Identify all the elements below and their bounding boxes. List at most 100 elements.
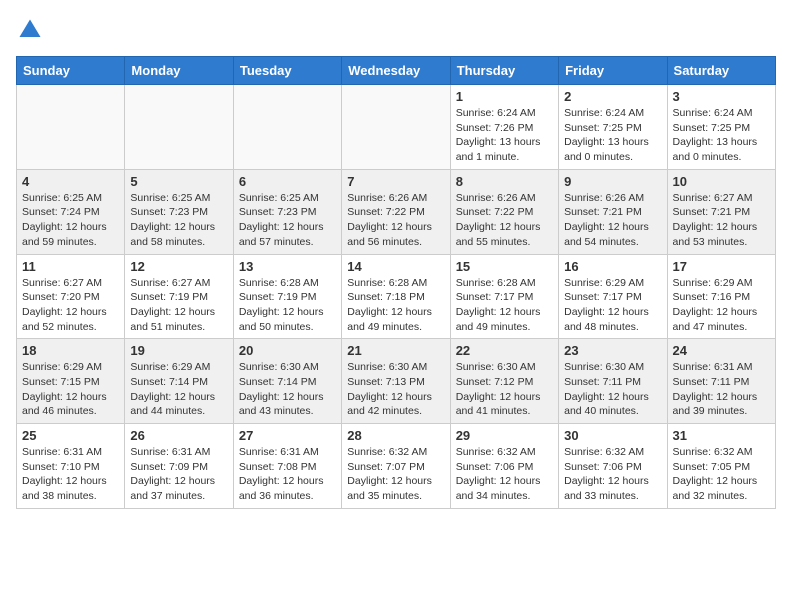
day-header-sunday: Sunday <box>17 57 125 85</box>
day-number: 6 <box>239 174 336 189</box>
day-number: 12 <box>130 259 227 274</box>
day-number: 21 <box>347 343 444 358</box>
day-number: 22 <box>456 343 553 358</box>
day-header-monday: Monday <box>125 57 233 85</box>
cell-info: Sunrise: 6:31 AM Sunset: 7:11 PM Dayligh… <box>673 360 770 419</box>
cell-info: Sunrise: 6:30 AM Sunset: 7:13 PM Dayligh… <box>347 360 444 419</box>
cell-info: Sunrise: 6:32 AM Sunset: 7:06 PM Dayligh… <box>564 445 661 504</box>
cell-info: Sunrise: 6:25 AM Sunset: 7:23 PM Dayligh… <box>239 191 336 250</box>
cal-cell-28: 28 Sunrise: 6:32 AM Sunset: 7:07 PM Dayli… <box>342 424 450 509</box>
cell-info: Sunrise: 6:29 AM Sunset: 7:17 PM Dayligh… <box>564 276 661 335</box>
day-number: 28 <box>347 428 444 443</box>
cell-info: Sunrise: 6:30 AM Sunset: 7:12 PM Dayligh… <box>456 360 553 419</box>
day-number: 2 <box>564 89 661 104</box>
day-header-friday: Friday <box>559 57 667 85</box>
cal-cell-31: 31Sunrise: 6:32 AM Sunset: 7:05 PM Dayli… <box>667 424 775 509</box>
cell-info: Sunrise: 6:31 AM Sunset: 7:10 PM Dayligh… <box>22 445 119 504</box>
cal-cell-5: 5 Sunrise: 6:25 AM Sunset: 7:23 PM Daylig… <box>125 169 233 254</box>
cell-info: Sunrise: 6:28 AM Sunset: 7:19 PM Dayligh… <box>239 276 336 335</box>
day-number: 25 <box>22 428 119 443</box>
logo-icon <box>16 16 44 44</box>
day-number: 19 <box>130 343 227 358</box>
cell-info: Sunrise: 6:30 AM Sunset: 7:14 PM Dayligh… <box>239 360 336 419</box>
cal-cell-2: 2 Sunrise: 6:24 AM Sunset: 7:25 PM Daylig… <box>559 85 667 170</box>
cal-cell-30: 30 Sunrise: 6:32 AM Sunset: 7:06 PM Dayli… <box>559 424 667 509</box>
cal-cell-25: 25 Sunrise: 6:31 AM Sunset: 7:10 PM Dayli… <box>17 424 125 509</box>
day-number: 23 <box>564 343 661 358</box>
cal-cell-13: 13 Sunrise: 6:28 AM Sunset: 7:19 PM Dayli… <box>233 254 341 339</box>
day-number: 26 <box>130 428 227 443</box>
day-number: 5 <box>130 174 227 189</box>
cal-cell-15: 15 Sunrise: 6:28 AM Sunset: 7:17 PM Dayli… <box>450 254 558 339</box>
cal-cell-10: 10 Sunrise: 6:27 AM Sunset: 7:21 PM Dayli… <box>667 169 775 254</box>
day-number: 10 <box>673 174 770 189</box>
cell-info: Sunrise: 6:26 AM Sunset: 7:22 PM Dayligh… <box>456 191 553 250</box>
cell-info: Sunrise: 6:30 AM Sunset: 7:11 PM Dayligh… <box>564 360 661 419</box>
day-number: 15 <box>456 259 553 274</box>
calendar-table: SundayMondayTuesdayWednesdayThursdayFrid… <box>16 56 776 509</box>
cal-cell-20: 20 Sunrise: 6:30 AM Sunset: 7:14 PM Dayli… <box>233 339 341 424</box>
cal-cell-14: 14Sunrise: 6:28 AM Sunset: 7:18 PM Dayli… <box>342 254 450 339</box>
cell-info: Sunrise: 6:27 AM Sunset: 7:19 PM Dayligh… <box>130 276 227 335</box>
day-number: 18 <box>22 343 119 358</box>
cal-cell-26: 26 Sunrise: 6:31 AM Sunset: 7:09 PM Dayli… <box>125 424 233 509</box>
cal-cell-6: 6 Sunrise: 6:25 AM Sunset: 7:23 PM Daylig… <box>233 169 341 254</box>
cell-info: Sunrise: 6:29 AM Sunset: 7:14 PM Dayligh… <box>130 360 227 419</box>
cell-info: Sunrise: 6:31 AM Sunset: 7:09 PM Dayligh… <box>130 445 227 504</box>
cal-cell-empty <box>233 85 341 170</box>
day-number: 29 <box>456 428 553 443</box>
cell-info: Sunrise: 6:25 AM Sunset: 7:23 PM Dayligh… <box>130 191 227 250</box>
cal-cell-3: 3 Sunrise: 6:24 AM Sunset: 7:25 PM Daylig… <box>667 85 775 170</box>
cal-cell-7: 7 Sunrise: 6:26 AM Sunset: 7:22 PM Daylig… <box>342 169 450 254</box>
day-number: 27 <box>239 428 336 443</box>
cal-cell-29: 29 Sunrise: 6:32 AM Sunset: 7:06 PM Dayli… <box>450 424 558 509</box>
cell-info: Sunrise: 6:24 AM Sunset: 7:25 PM Dayligh… <box>564 106 661 165</box>
cal-cell-16: 16 Sunrise: 6:29 AM Sunset: 7:17 PM Dayli… <box>559 254 667 339</box>
cell-info: Sunrise: 6:24 AM Sunset: 7:26 PM Dayligh… <box>456 106 553 165</box>
cell-info: Sunrise: 6:32 AM Sunset: 7:06 PM Dayligh… <box>456 445 553 504</box>
cal-cell-17: 17 Sunrise: 6:29 AM Sunset: 7:16 PM Dayli… <box>667 254 775 339</box>
cal-cell-1: 1 Sunrise: 6:24 AM Sunset: 7:26 PM Daylig… <box>450 85 558 170</box>
day-number: 20 <box>239 343 336 358</box>
day-header-saturday: Saturday <box>667 57 775 85</box>
logo <box>16 16 48 44</box>
day-number: 11 <box>22 259 119 274</box>
day-number: 9 <box>564 174 661 189</box>
cal-cell-empty <box>342 85 450 170</box>
cell-info: Sunrise: 6:26 AM Sunset: 7:22 PM Dayligh… <box>347 191 444 250</box>
day-number: 7 <box>347 174 444 189</box>
cal-cell-27: 27Sunrise: 6:31 AM Sunset: 7:08 PM Dayli… <box>233 424 341 509</box>
cell-info: Sunrise: 6:26 AM Sunset: 7:21 PM Dayligh… <box>564 191 661 250</box>
cal-cell-21: 21 Sunrise: 6:30 AM Sunset: 7:13 PM Dayli… <box>342 339 450 424</box>
day-header-wednesday: Wednesday <box>342 57 450 85</box>
cal-cell-4: 4 Sunrise: 6:25 AM Sunset: 7:24 PM Daylig… <box>17 169 125 254</box>
day-number: 8 <box>456 174 553 189</box>
cal-cell-23: 23 Sunrise: 6:30 AM Sunset: 7:11 PM Dayli… <box>559 339 667 424</box>
cal-cell-19: 19 Sunrise: 6:29 AM Sunset: 7:14 PM Dayli… <box>125 339 233 424</box>
cell-info: Sunrise: 6:28 AM Sunset: 7:18 PM Dayligh… <box>347 276 444 335</box>
cell-info: Sunrise: 6:25 AM Sunset: 7:24 PM Dayligh… <box>22 191 119 250</box>
day-number: 4 <box>22 174 119 189</box>
day-number: 13 <box>239 259 336 274</box>
cell-info: Sunrise: 6:27 AM Sunset: 7:20 PM Dayligh… <box>22 276 119 335</box>
page-header <box>16 16 776 44</box>
day-number: 1 <box>456 89 553 104</box>
day-number: 3 <box>673 89 770 104</box>
day-number: 30 <box>564 428 661 443</box>
cal-cell-empty <box>17 85 125 170</box>
day-header-tuesday: Tuesday <box>233 57 341 85</box>
cell-info: Sunrise: 6:27 AM Sunset: 7:21 PM Dayligh… <box>673 191 770 250</box>
cal-cell-12: 12 Sunrise: 6:27 AM Sunset: 7:19 PM Dayli… <box>125 254 233 339</box>
cal-cell-9: 9 Sunrise: 6:26 AM Sunset: 7:21 PM Daylig… <box>559 169 667 254</box>
cell-info: Sunrise: 6:32 AM Sunset: 7:07 PM Dayligh… <box>347 445 444 504</box>
cell-info: Sunrise: 6:24 AM Sunset: 7:25 PM Dayligh… <box>673 106 770 165</box>
cell-info: Sunrise: 6:28 AM Sunset: 7:17 PM Dayligh… <box>456 276 553 335</box>
day-number: 16 <box>564 259 661 274</box>
day-number: 24 <box>673 343 770 358</box>
day-number: 17 <box>673 259 770 274</box>
cal-cell-empty <box>125 85 233 170</box>
cell-info: Sunrise: 6:32 AM Sunset: 7:05 PM Dayligh… <box>673 445 770 504</box>
cell-info: Sunrise: 6:29 AM Sunset: 7:16 PM Dayligh… <box>673 276 770 335</box>
cal-cell-18: 18Sunrise: 6:29 AM Sunset: 7:15 PM Dayli… <box>17 339 125 424</box>
cal-cell-11: 11 Sunrise: 6:27 AM Sunset: 7:20 PM Dayli… <box>17 254 125 339</box>
